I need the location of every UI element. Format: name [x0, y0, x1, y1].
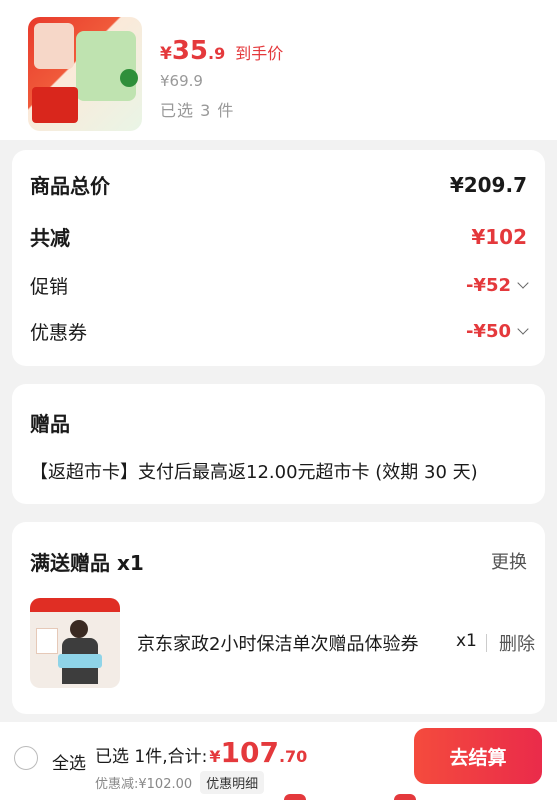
total-value: ¥209.7 [449, 172, 527, 197]
thumb-badge [120, 69, 138, 87]
thumb-person-head [70, 620, 88, 638]
badge-peek [284, 794, 306, 800]
total-currency: ¥ [209, 747, 221, 766]
coupon-row[interactable]: 优惠券 -¥50 [30, 318, 529, 345]
gift-card: 赠品 【返超市卡】支付后最高返12.00元超市卡 (效期 30 天) [12, 384, 545, 504]
checkout-bar: 全选 已选 1件,合计: ¥ 107 .70 优惠减:¥102.00 优惠明细 … [0, 722, 557, 800]
gift-item-name[interactable]: 京东家政2小时保洁单次赠品体验券 [137, 630, 437, 656]
discount-line: 优惠减:¥102.00 优惠明细 [95, 771, 265, 794]
total-integer: 107 [220, 736, 279, 769]
coupon-value: -¥50 [465, 321, 511, 342]
gift-item-thumbnail[interactable] [30, 598, 120, 688]
price-decimal: .9 [208, 44, 226, 63]
discount-amount: 优惠减:¥102.00 [95, 777, 193, 792]
selected-count: 已选 3 件 [160, 101, 235, 120]
gift-item-quantity: x1 [456, 631, 477, 651]
price-integer: 35 [171, 36, 209, 66]
total-decimal: .70 [278, 747, 308, 766]
thumb-header-band [30, 598, 120, 612]
promo-label: 促销 [30, 276, 69, 298]
reduce-label: 共减 [30, 226, 70, 250]
checkout-button[interactable]: 去结算 [414, 728, 542, 784]
coupon-value-wrap[interactable]: -¥50 [465, 321, 529, 342]
original-price: ¥69.9 [160, 72, 203, 90]
thumb-package [76, 31, 136, 101]
final-price: ¥ 35 .9 到手价 [160, 36, 283, 66]
promo-value-wrap[interactable]: -¥52 [465, 275, 529, 296]
promo-row[interactable]: 促销 -¥52 [30, 272, 529, 299]
thumb-promo-panel [32, 87, 78, 123]
thumb-figure [34, 23, 74, 69]
change-gift-button[interactable]: 更换 [491, 548, 527, 574]
reduce-value: ¥102 [471, 224, 527, 249]
thumb-coupon-card [36, 628, 58, 654]
divider [486, 634, 487, 652]
price-currency: ¥ [160, 44, 172, 64]
summary-label: 已选 1件,合计: [95, 747, 208, 767]
coupon-label: 优惠券 [30, 322, 88, 344]
total-label: 商品总价 [30, 174, 110, 198]
thumb-towel [58, 654, 102, 668]
promo-value: -¥52 [465, 275, 511, 296]
chevron-down-icon [517, 323, 529, 335]
chevron-down-icon [517, 277, 529, 289]
product-strip: ¥ 35 .9 到手价 ¥69.9 已选 3 件 [0, 0, 557, 140]
total-row: 商品总价 ¥209.7 [30, 170, 527, 199]
delete-gift-button[interactable]: 删除 [499, 630, 535, 656]
select-all-checkbox[interactable] [14, 746, 38, 770]
order-total: 已选 1件,合计: ¥ 107 .70 [95, 736, 307, 769]
full-gift-card: 满送赠品 x1 更换 京东家政2小时保洁单次赠品体验券 x1 删除 [12, 522, 545, 714]
gift-description: 【返超市卡】支付后最高返12.00元超市卡 (效期 30 天) [30, 462, 478, 483]
price-tag: 到手价 [235, 44, 284, 63]
gift-title: 赠品 [30, 412, 70, 436]
discount-detail-button[interactable]: 优惠明细 [200, 771, 265, 794]
badge-peek [394, 794, 416, 800]
price-summary-card: 商品总价 ¥209.7 共减 ¥102 促销 -¥52 优惠券 -¥50 [12, 150, 545, 366]
select-all-label[interactable]: 全选 [52, 749, 86, 774]
reduce-row: 共减 ¥102 [30, 222, 527, 251]
product-thumbnail[interactable] [28, 17, 142, 131]
full-gift-title: 满送赠品 x1 [30, 551, 144, 575]
